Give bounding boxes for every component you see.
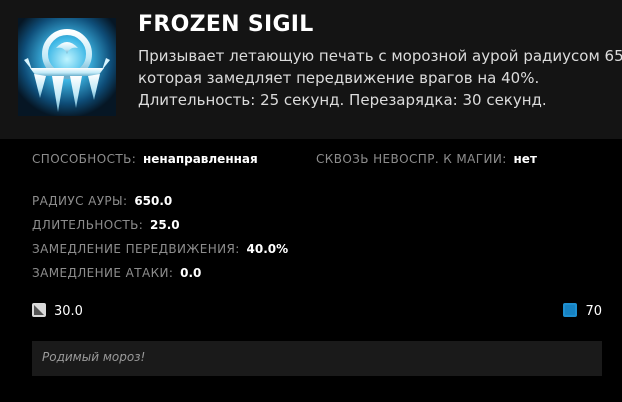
ability-type-row: СПОСОБНОСТЬ: ненаправленная <box>32 152 258 166</box>
stat-label: ЗАМЕДЛЕНИЕ АТАКИ: <box>32 266 174 280</box>
ability-title: FROZEN SIGIL <box>138 12 314 37</box>
ability-type-label: СПОСОБНОСТЬ: <box>32 152 137 166</box>
stat-row: ЗАМЕДЛЕНИЕ АТАКИ: 0.0 <box>32 266 201 280</box>
stat-row: ЗАМЕДЛЕНИЕ ПЕРЕДВИЖЕНИЯ: 40.0% <box>32 242 288 256</box>
pierce-immunity-label: СКВОЗЬ НЕВОСПР. К МАГИИ: <box>316 152 507 166</box>
ability-type-value: ненаправленная <box>143 152 258 166</box>
pierce-immunity-value: нет <box>513 152 537 166</box>
pierce-immunity-row: СКВОЗЬ НЕВОСПР. К МАГИИ: нет <box>316 152 537 166</box>
stat-label: ЗАМЕДЛЕНИЕ ПЕРЕДВИЖЕНИЯ: <box>32 242 240 256</box>
frozen-sigil-icon <box>18 18 116 116</box>
stat-row: ДЛИТЕЛЬНОСТЬ: 25.0 <box>32 218 180 232</box>
stat-row: РАДИУС АУРЫ: 650.0 <box>32 194 172 208</box>
mana-value: 70 <box>585 303 602 319</box>
cooldown-value: 30.0 <box>54 303 83 319</box>
stat-value: 40.0% <box>246 242 289 256</box>
stat-label: ДЛИТЕЛЬНОСТЬ: <box>32 218 144 232</box>
stat-value: 0.0 <box>180 266 202 280</box>
cooldown-icon <box>32 302 46 321</box>
ability-description: Призывает летающую печать с морозной аур… <box>138 45 622 111</box>
mana-cost: 70 <box>563 302 602 320</box>
stat-label: РАДИУС АУРЫ: <box>32 194 128 208</box>
lore-box: Родимый мороз! <box>32 341 602 376</box>
mana-icon <box>563 302 578 321</box>
description-line: которая замедляет передвижение врагов на… <box>138 69 540 87</box>
lore-text: Родимый мороз! <box>42 350 146 364</box>
description-line: Призывает летающую печать с морозной аур… <box>138 47 622 65</box>
cooldown: 30.0 <box>32 302 83 320</box>
description-line: Длительность: 25 секунд. Перезарядка: 30… <box>138 91 547 109</box>
ability-header: FROZEN SIGIL Призывает летающую печать с… <box>0 0 622 139</box>
stat-value: 650.0 <box>134 194 173 208</box>
stat-value: 25.0 <box>150 218 180 232</box>
